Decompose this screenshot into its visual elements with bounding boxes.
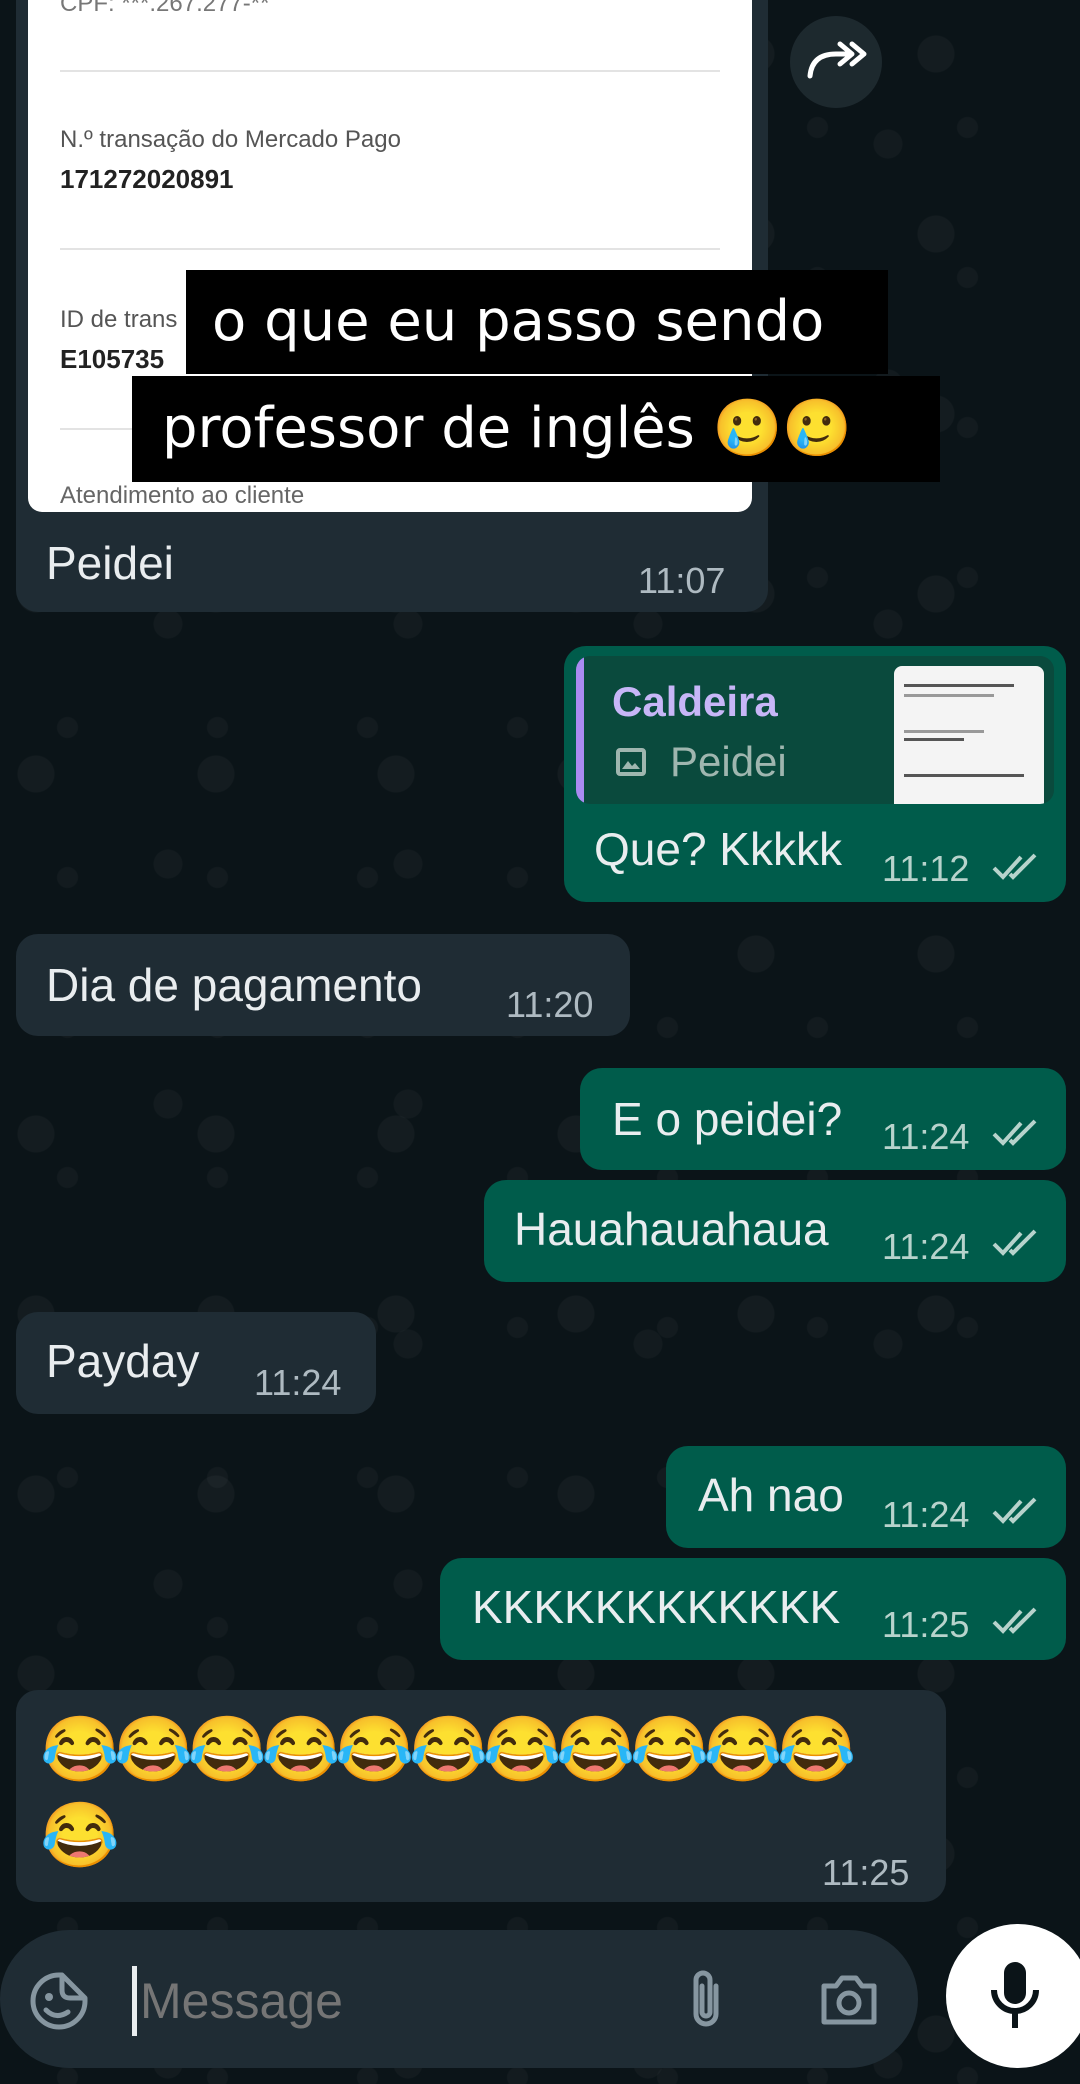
- message-text: Peidei: [46, 537, 174, 589]
- caption-line-2: professor de inglês 🥲🥲: [132, 376, 940, 482]
- voice-message-button[interactable]: [946, 1924, 1080, 2068]
- message-time: 11:24: [882, 1226, 970, 1267]
- double-check-icon: [990, 850, 1042, 889]
- receipt-cpf: CPF: ***.267.277-**: [60, 0, 270, 17]
- attach-button[interactable]: [676, 1964, 736, 2036]
- double-check-icon: [990, 1604, 1042, 1643]
- message-time: 11:07: [638, 560, 726, 601]
- sticker-icon: [30, 1972, 88, 2030]
- double-check-icon: [990, 1116, 1042, 1155]
- paperclip-icon: [693, 1970, 719, 2027]
- message-text: E o peidei?: [612, 1093, 843, 1145]
- quote-thumbnail: [894, 666, 1044, 804]
- forward-button[interactable]: [790, 16, 882, 108]
- message-input[interactable]: [138, 1960, 662, 2042]
- quote-accent-bar: [576, 656, 584, 804]
- message-time: 11:25: [822, 1852, 910, 1893]
- forward-icon: [807, 41, 867, 79]
- message-time: 11:12: [882, 848, 970, 889]
- message-text-line-2: 😂: [40, 1799, 120, 1871]
- microphone-icon: [991, 1962, 1039, 2028]
- message-text: Hauahauahaua: [514, 1203, 829, 1255]
- message-time: 11:24: [882, 1494, 970, 1535]
- message-time: 11:24: [882, 1116, 970, 1157]
- quoted-message[interactable]: Caldeira Peidei: [576, 656, 1054, 804]
- message-text: Que? Kkkkk: [594, 823, 842, 875]
- message-text: Payday: [46, 1335, 200, 1387]
- message-text-line-1: 😂😂😂😂😂😂😂😂😂😂😂: [40, 1713, 857, 1785]
- receipt-support-label: Atendimento ao cliente: [60, 482, 305, 509]
- camera-icon: [821, 1975, 877, 2025]
- receipt-transaction-label: N.º transação do Mercado Pago: [60, 126, 401, 153]
- double-check-icon: [990, 1494, 1042, 1533]
- receipt-id-label: ID de trans: [60, 306, 178, 333]
- receipt-divider: [60, 248, 720, 250]
- message-text: KKKKKKKKKKKK: [472, 1581, 841, 1633]
- receipt-divider: [60, 70, 720, 72]
- message-time: 11:24: [254, 1362, 342, 1403]
- caption-line-1: o que eu passo sendo: [186, 270, 888, 374]
- message-time: 11:20: [506, 984, 594, 1025]
- double-check-icon: [990, 1226, 1042, 1265]
- quote-author: Caldeira: [612, 678, 778, 725]
- image-icon: [616, 748, 646, 776]
- message-text: Dia de pagamento: [46, 959, 422, 1011]
- quote-text: Peidei: [670, 738, 787, 785]
- message-time: 11:25: [882, 1604, 970, 1645]
- camera-button[interactable]: [816, 1968, 882, 2030]
- sticker-button[interactable]: [28, 1970, 90, 2032]
- message-composer[interactable]: [0, 1930, 918, 2068]
- receipt-transaction-value: 171272020891: [60, 164, 234, 194]
- receipt-id-value: E105735: [60, 344, 165, 374]
- message-text: Ah nao: [698, 1469, 844, 1521]
- text-cursor: [132, 1966, 137, 2036]
